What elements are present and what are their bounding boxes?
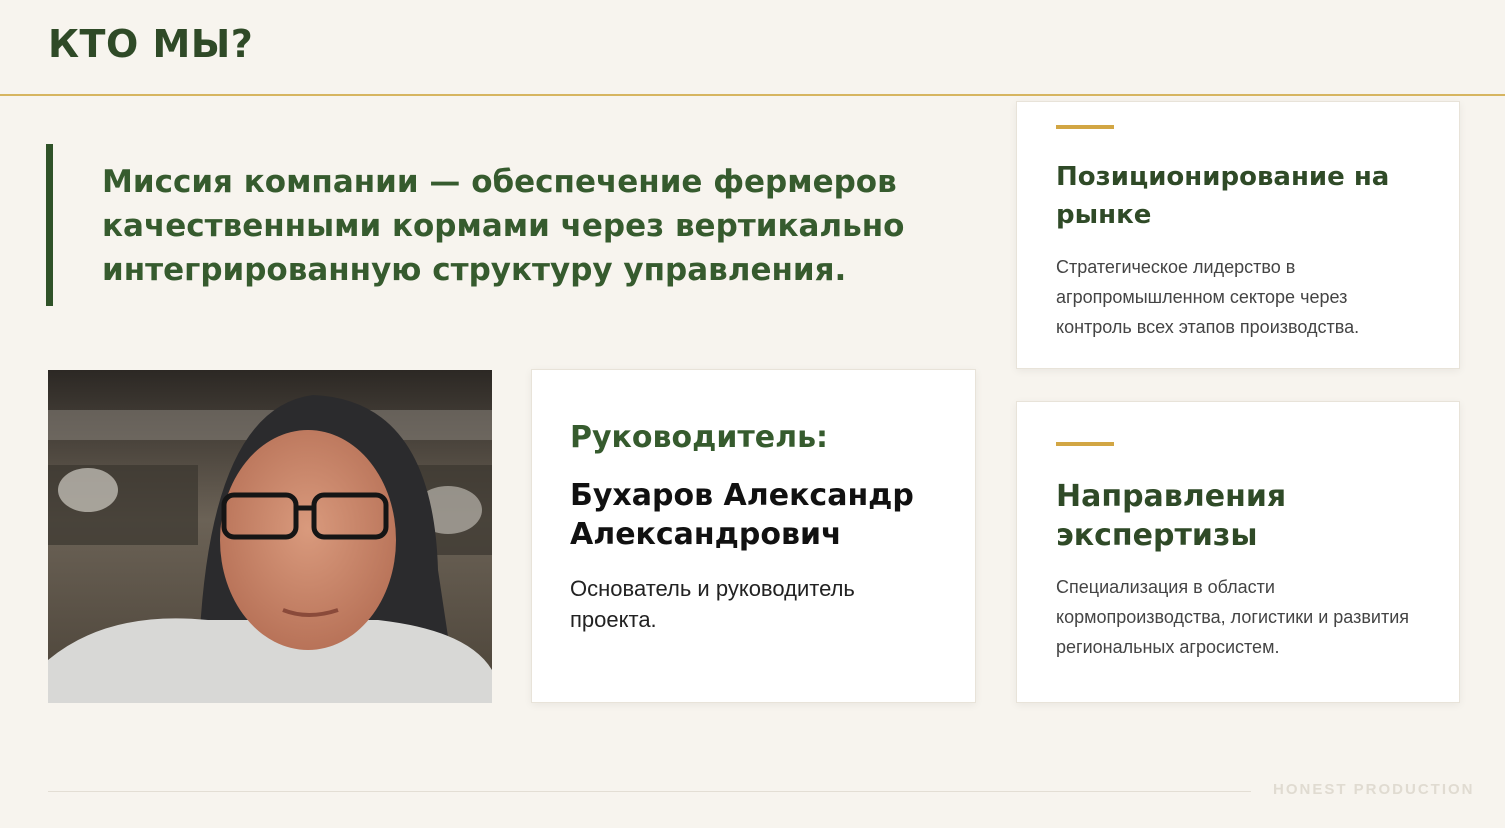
mission-block: Миссия компании — обеспечение фермеров к…: [46, 144, 926, 306]
leader-name: Бухаров Александр Александрович: [570, 478, 914, 552]
card-expertise: Направления экспертизы Специализация в о…: [1016, 401, 1460, 703]
leader-label: Руководитель:: [570, 420, 829, 455]
leader-role: Основатель и руководитель проекта.: [570, 576, 855, 632]
leader-photo: [48, 370, 492, 703]
card-accent-line: [1056, 442, 1114, 446]
card-title: Позиционирование на рынке: [1056, 162, 1390, 230]
page-title: КТО МЫ?: [48, 22, 254, 66]
card-description: Стратегическое лидерство в агропромышлен…: [1056, 257, 1360, 337]
card-accent-line: [1056, 125, 1114, 129]
card-description: Специализация в области кормопроизводств…: [1056, 577, 1410, 657]
mission-statement: Миссия компании — обеспечение фермеров к…: [102, 164, 905, 288]
mission-accent-bar: [46, 144, 53, 306]
card-leader: Руководитель: Бухаров Александр Александ…: [531, 369, 976, 703]
card-market-positioning: Позиционирование на рынке Стратегическое…: [1016, 101, 1460, 369]
card-title: Направления экспертизы: [1056, 479, 1287, 553]
leader-photo-image: [48, 370, 492, 703]
footer-divider: [48, 791, 1251, 792]
footer-brand: HONEST PRODUCTION: [1273, 781, 1475, 798]
header: КТО МЫ?: [0, 0, 1505, 96]
